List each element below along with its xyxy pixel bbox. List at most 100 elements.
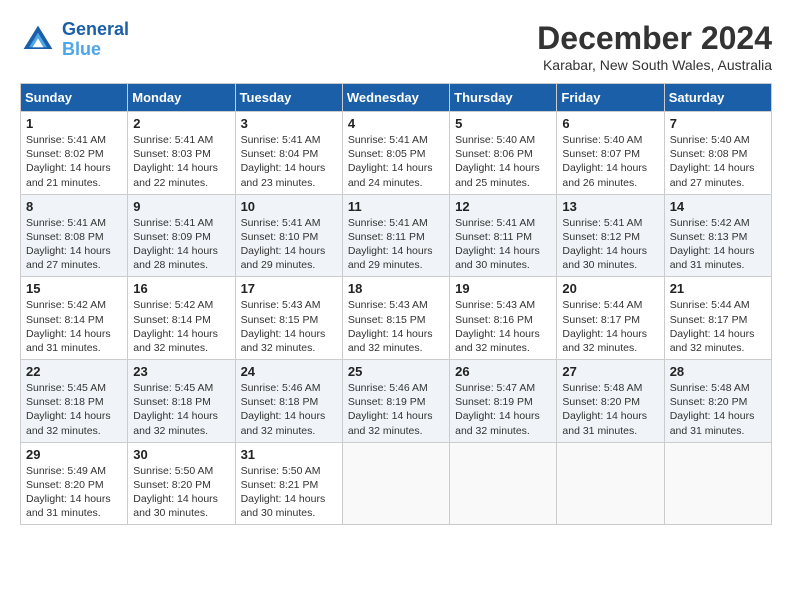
- calendar-cell: 10 Sunrise: 5:41 AMSunset: 8:10 PMDayligh…: [235, 194, 342, 277]
- day-info: Sunrise: 5:41 AMSunset: 8:11 PMDaylight:…: [348, 216, 444, 273]
- day-info: Sunrise: 5:41 AMSunset: 8:09 PMDaylight:…: [133, 216, 229, 273]
- calendar-cell: 13 Sunrise: 5:41 AMSunset: 8:12 PMDayligh…: [557, 194, 664, 277]
- weekday-header-wednesday: Wednesday: [342, 84, 449, 112]
- calendar-cell: 7Sunrise: 5:40 AMSunset: 8:08 PMDaylight…: [664, 112, 771, 195]
- calendar-cell: 31Sunrise: 5:50 AMSunset: 8:21 PMDayligh…: [235, 442, 342, 525]
- day-number: 10: [241, 199, 337, 214]
- calendar-cell: 17 Sunrise: 5:43 AMSunset: 8:15 PMDayligh…: [235, 277, 342, 360]
- calendar-cell: 25 Sunrise: 5:46 AMSunset: 8:19 PMDayligh…: [342, 360, 449, 443]
- weekday-header-monday: Monday: [128, 84, 235, 112]
- day-info: Sunrise: 5:48 AMSunset: 8:20 PMDaylight:…: [562, 381, 658, 438]
- day-number: 15: [26, 281, 122, 296]
- calendar-week-row: 29Sunrise: 5:49 AMSunset: 8:20 PMDayligh…: [21, 442, 772, 525]
- calendar-cell: 23Sunrise: 5:45 AMSunset: 8:18 PMDayligh…: [128, 360, 235, 443]
- day-info: Sunrise: 5:41 AMSunset: 8:04 PMDaylight:…: [241, 133, 337, 190]
- month-title: December 2024: [537, 20, 772, 57]
- day-number: 21: [670, 281, 766, 296]
- calendar-table: SundayMondayTuesdayWednesdayThursdayFrid…: [20, 83, 772, 525]
- day-number: 30: [133, 447, 229, 462]
- calendar-cell: 21 Sunrise: 5:44 AMSunset: 8:17 PMDayligh…: [664, 277, 771, 360]
- calendar-cell: 19 Sunrise: 5:43 AMSunset: 8:16 PMDayligh…: [450, 277, 557, 360]
- calendar-cell: 11 Sunrise: 5:41 AMSunset: 8:11 PMDayligh…: [342, 194, 449, 277]
- calendar-cell: [557, 442, 664, 525]
- calendar-week-row: 22Sunrise: 5:45 AMSunset: 8:18 PMDayligh…: [21, 360, 772, 443]
- day-number: 6: [562, 116, 658, 131]
- day-info: Sunrise: 5:41 AMSunset: 8:10 PMDaylight:…: [241, 216, 337, 273]
- weekday-header-friday: Friday: [557, 84, 664, 112]
- calendar-cell: 16 Sunrise: 5:42 AMSunset: 8:14 PMDayligh…: [128, 277, 235, 360]
- calendar-cell: 14 Sunrise: 5:42 AMSunset: 8:13 PMDayligh…: [664, 194, 771, 277]
- day-number: 7: [670, 116, 766, 131]
- calendar-week-row: 15 Sunrise: 5:42 AMSunset: 8:14 PMDayligh…: [21, 277, 772, 360]
- calendar-cell: 27 Sunrise: 5:48 AMSunset: 8:20 PMDayligh…: [557, 360, 664, 443]
- calendar-cell: 8 Sunrise: 5:41 AMSunset: 8:08 PMDaylight…: [21, 194, 128, 277]
- logo-text: General Blue: [62, 20, 129, 60]
- day-info: Sunrise: 5:43 AMSunset: 8:15 PMDaylight:…: [348, 298, 444, 355]
- day-number: 27: [562, 364, 658, 379]
- day-number: 18: [348, 281, 444, 296]
- calendar-cell: 1 Sunrise: 5:41 AMSunset: 8:02 PMDaylight…: [21, 112, 128, 195]
- day-number: 29: [26, 447, 122, 462]
- calendar-cell: 9 Sunrise: 5:41 AMSunset: 8:09 PMDaylight…: [128, 194, 235, 277]
- day-info: Sunrise: 5:42 AMSunset: 8:14 PMDaylight:…: [26, 298, 122, 355]
- day-number: 24: [241, 364, 337, 379]
- calendar-cell: 15 Sunrise: 5:42 AMSunset: 8:14 PMDayligh…: [21, 277, 128, 360]
- day-number: 3: [241, 116, 337, 131]
- day-number: 12: [455, 199, 551, 214]
- day-number: 1: [26, 116, 122, 131]
- day-number: 19: [455, 281, 551, 296]
- weekday-header-saturday: Saturday: [664, 84, 771, 112]
- calendar-cell: 22Sunrise: 5:45 AMSunset: 8:18 PMDayligh…: [21, 360, 128, 443]
- day-info: Sunrise: 5:48 AMSunset: 8:20 PMDaylight:…: [670, 381, 766, 438]
- logo-icon: [20, 22, 56, 58]
- calendar-cell: [342, 442, 449, 525]
- calendar-cell: 18 Sunrise: 5:43 AMSunset: 8:15 PMDayligh…: [342, 277, 449, 360]
- day-number: 5: [455, 116, 551, 131]
- calendar-cell: 5 Sunrise: 5:40 AMSunset: 8:06 PMDaylight…: [450, 112, 557, 195]
- calendar-week-row: 1 Sunrise: 5:41 AMSunset: 8:02 PMDaylight…: [21, 112, 772, 195]
- weekday-header-tuesday: Tuesday: [235, 84, 342, 112]
- day-info: Sunrise: 5:41 AMSunset: 8:08 PMDaylight:…: [26, 216, 122, 273]
- day-number: 13: [562, 199, 658, 214]
- day-info: Sunrise: 5:42 AMSunset: 8:13 PMDaylight:…: [670, 216, 766, 273]
- day-number: 25: [348, 364, 444, 379]
- weekday-header-sunday: Sunday: [21, 84, 128, 112]
- day-info: Sunrise: 5:41 AMSunset: 8:12 PMDaylight:…: [562, 216, 658, 273]
- calendar-week-row: 8 Sunrise: 5:41 AMSunset: 8:08 PMDaylight…: [21, 194, 772, 277]
- day-info: Sunrise: 5:46 AMSunset: 8:19 PMDaylight:…: [348, 381, 444, 438]
- day-number: 14: [670, 199, 766, 214]
- calendar-cell: 3 Sunrise: 5:41 AMSunset: 8:04 PMDaylight…: [235, 112, 342, 195]
- day-info: Sunrise: 5:45 AMSunset: 8:18 PMDaylight:…: [133, 381, 229, 438]
- day-info: Sunrise: 5:41 AMSunset: 8:11 PMDaylight:…: [455, 216, 551, 273]
- weekday-header-row: SundayMondayTuesdayWednesdayThursdayFrid…: [21, 84, 772, 112]
- day-number: 4: [348, 116, 444, 131]
- weekday-header-thursday: Thursday: [450, 84, 557, 112]
- day-number: 28: [670, 364, 766, 379]
- day-info: Sunrise: 5:44 AMSunset: 8:17 PMDaylight:…: [670, 298, 766, 355]
- day-info: Sunrise: 5:43 AMSunset: 8:16 PMDaylight:…: [455, 298, 551, 355]
- day-info: Sunrise: 5:41 AMSunset: 8:05 PMDaylight:…: [348, 133, 444, 190]
- day-number: 9: [133, 199, 229, 214]
- day-info: Sunrise: 5:42 AMSunset: 8:14 PMDaylight:…: [133, 298, 229, 355]
- day-info: Sunrise: 5:44 AMSunset: 8:17 PMDaylight:…: [562, 298, 658, 355]
- calendar-cell: [450, 442, 557, 525]
- calendar-cell: 26 Sunrise: 5:47 AMSunset: 8:19 PMDayligh…: [450, 360, 557, 443]
- day-info: Sunrise: 5:41 AMSunset: 8:02 PMDaylight:…: [26, 133, 122, 190]
- calendar-cell: 6Sunrise: 5:40 AMSunset: 8:07 PMDaylight…: [557, 112, 664, 195]
- location-title: Karabar, New South Wales, Australia: [537, 57, 772, 73]
- day-number: 16: [133, 281, 229, 296]
- day-info: Sunrise: 5:41 AMSunset: 8:03 PMDaylight:…: [133, 133, 229, 190]
- day-number: 26: [455, 364, 551, 379]
- calendar-cell: 20Sunrise: 5:44 AMSunset: 8:17 PMDayligh…: [557, 277, 664, 360]
- calendar-cell: 2Sunrise: 5:41 AMSunset: 8:03 PMDaylight…: [128, 112, 235, 195]
- day-number: 17: [241, 281, 337, 296]
- day-info: Sunrise: 5:43 AMSunset: 8:15 PMDaylight:…: [241, 298, 337, 355]
- day-number: 11: [348, 199, 444, 214]
- page-header: General Blue December 2024 Karabar, New …: [20, 20, 772, 73]
- day-number: 8: [26, 199, 122, 214]
- day-info: Sunrise: 5:47 AMSunset: 8:19 PMDaylight:…: [455, 381, 551, 438]
- calendar-cell: 12 Sunrise: 5:41 AMSunset: 8:11 PMDayligh…: [450, 194, 557, 277]
- calendar-cell: 28 Sunrise: 5:48 AMSunset: 8:20 PMDayligh…: [664, 360, 771, 443]
- day-info: Sunrise: 5:40 AMSunset: 8:06 PMDaylight:…: [455, 133, 551, 190]
- logo: General Blue: [20, 20, 129, 60]
